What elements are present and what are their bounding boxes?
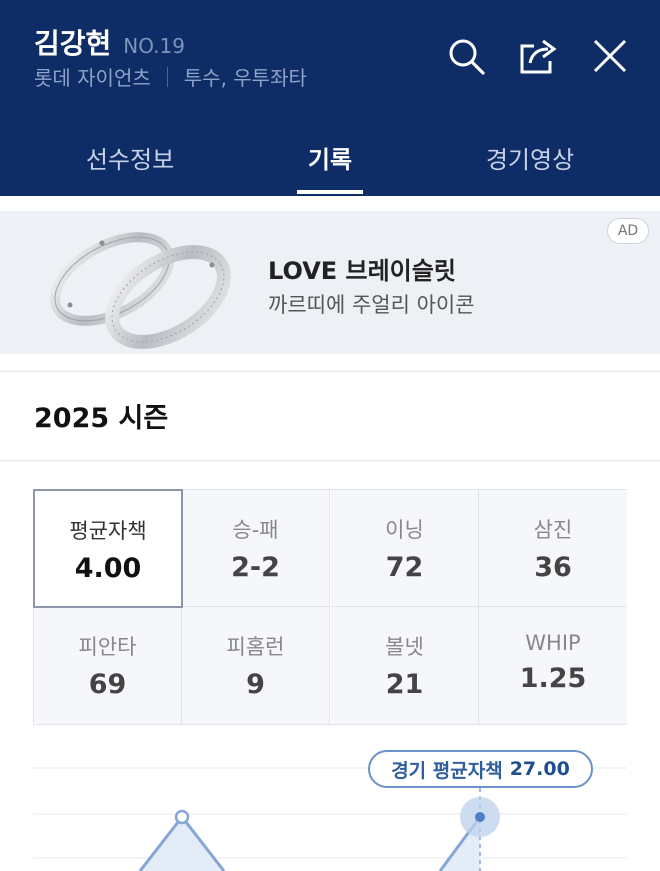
stat-label: 이닝 — [385, 518, 424, 542]
stat-walks[interactable]: 볼넷 21 — [331, 607, 479, 724]
stat-value: 69 — [88, 669, 127, 700]
stat-value: 36 — [534, 552, 572, 583]
ad-badge[interactable]: AD — [607, 218, 649, 244]
ad-title: LOVE 브레이슬릿 — [268, 257, 456, 285]
stat-label: 승-패 — [232, 518, 279, 542]
ad-banner[interactable]: LOVE 브레이슬릿 까르띠에 주얼리 아이콘 — [0, 211, 660, 354]
bracelet-image — [49, 232, 231, 349]
tab-player-info[interactable]: 선수정보 — [30, 118, 230, 196]
stat-hits-allowed[interactable]: 피안타 69 — [34, 607, 182, 724]
search-icon[interactable] — [446, 36, 486, 76]
active-tab-indicator — [297, 190, 363, 194]
stat-value: 2-2 — [231, 552, 280, 583]
share-icon[interactable] — [518, 36, 558, 76]
tooltip-label: 경기 평균자책 — [391, 759, 503, 782]
stat-win-loss[interactable]: 승-패 2-2 — [182, 490, 330, 607]
tab-bar: 선수정보 기록 경기영상 — [0, 118, 660, 196]
stat-label: 피홈런 — [226, 635, 285, 659]
ad-subtitle: 까르띠에 주얼리 아이콘 — [268, 293, 475, 317]
stat-label: 평균자책 — [69, 519, 147, 543]
stat-home-runs-allowed[interactable]: 피홈런 9 — [182, 607, 330, 724]
chart-tooltip: 경기 평균자책 27.00 — [368, 750, 593, 788]
chart-highlight-point — [475, 812, 485, 822]
stat-label: 볼넷 — [385, 635, 424, 659]
stat-label: 피안타 — [78, 635, 137, 659]
close-icon[interactable] — [590, 36, 630, 76]
tab-records[interactable]: 기록 — [230, 118, 430, 196]
tooltip-value: 27.00 — [509, 758, 570, 780]
player-position: 투수, 우투좌타 — [183, 66, 307, 90]
stat-label: 삼진 — [533, 518, 573, 542]
player-meta: 롯데 자이언츠 투수, 우투좌타 — [34, 62, 307, 91]
stat-innings[interactable]: 이닝 72 — [331, 490, 479, 607]
stat-value: 4.00 — [74, 553, 142, 584]
player-title-row: 김강현 NO.19 — [34, 22, 185, 62]
stat-strikeouts[interactable]: 삼진 36 — [479, 490, 627, 607]
stat-label: WHIP — [525, 631, 581, 655]
stat-era[interactable]: 평균자책 4.00 — [33, 489, 183, 608]
season-title: 2025 시즌 — [34, 403, 169, 434]
tab-game-videos[interactable]: 경기영상 — [430, 118, 630, 196]
player-header: 김강현 NO.19 롯데 자이언츠 투수, 우투좌타 선수정보 기록 경기영상 — [0, 0, 660, 196]
stat-value: 1.25 — [519, 663, 587, 694]
stat-whip[interactable]: WHIP 1.25 — [479, 607, 627, 724]
player-name: 김강현 — [34, 27, 112, 60]
meta-divider — [166, 66, 168, 87]
stat-value: 72 — [385, 552, 424, 583]
chart-area-left — [140, 817, 224, 871]
player-team: 롯데 자이언츠 — [34, 66, 151, 90]
chart-point — [174, 809, 190, 825]
stat-value: 9 — [246, 669, 265, 700]
stat-value: 21 — [385, 669, 424, 700]
section-divider — [0, 371, 660, 372]
section-divider — [0, 460, 660, 461]
stats-grid: 평균자책 4.00 승-패 2-2 이닝 72 삼진 36 피안타 69 피홈런… — [33, 489, 627, 725]
player-number: NO.19 — [123, 34, 185, 58]
